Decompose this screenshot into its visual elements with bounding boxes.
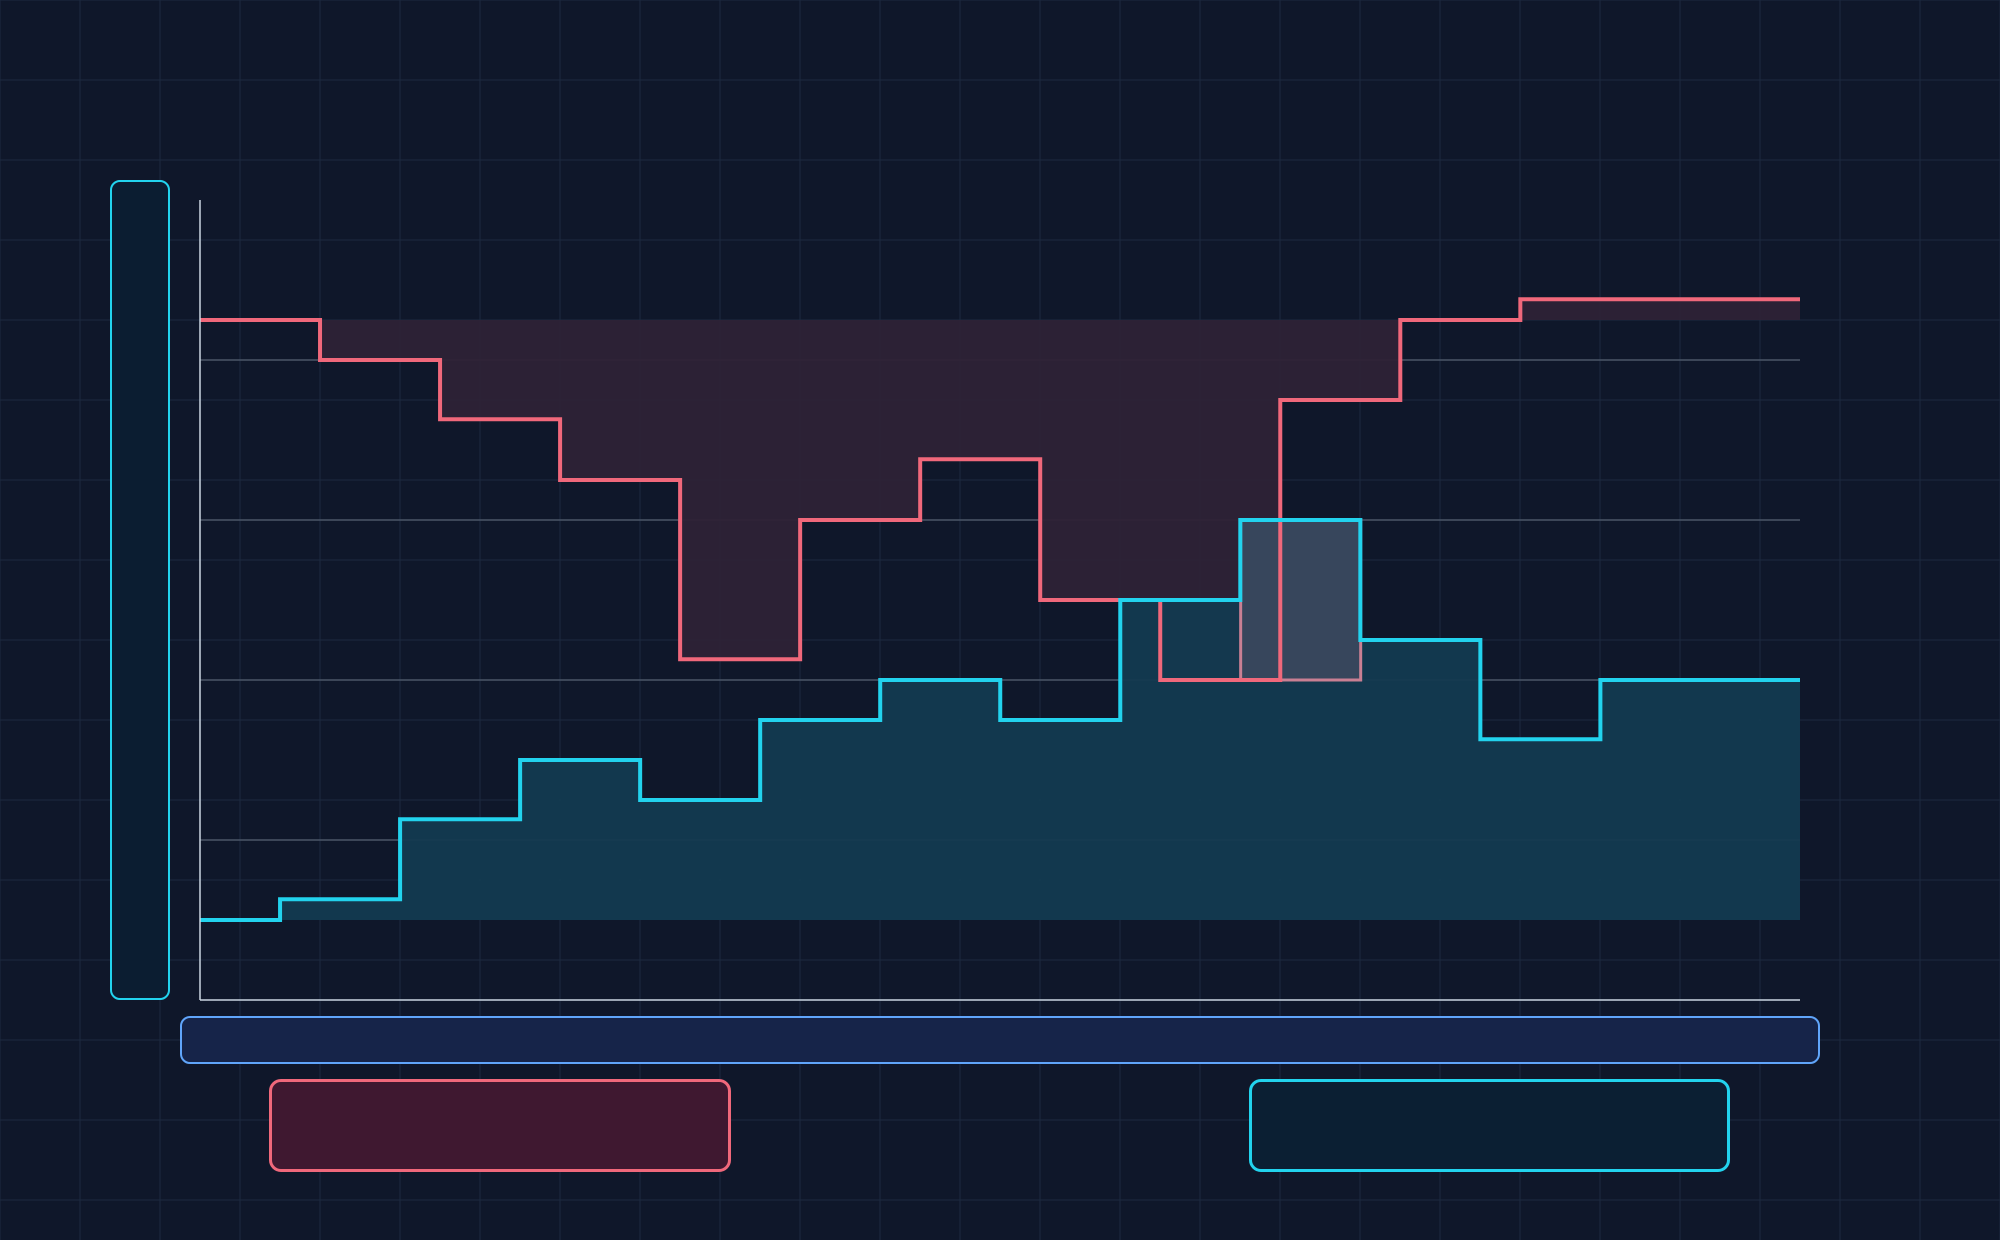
legend-item-series-1[interactable] bbox=[269, 1079, 731, 1172]
x-axis-scrollbar[interactable] bbox=[180, 1016, 1820, 1064]
legend-item-series-2[interactable] bbox=[1249, 1079, 1730, 1172]
overlap-region bbox=[1239, 518, 1363, 682]
series-1-area bbox=[200, 299, 1800, 680]
